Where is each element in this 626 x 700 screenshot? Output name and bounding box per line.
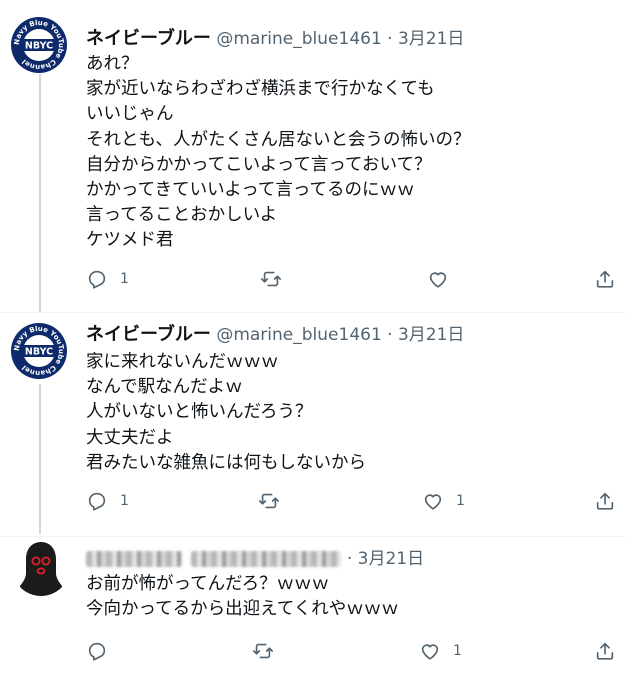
like-button[interactable]: 1: [419, 636, 462, 666]
share-button[interactable]: [594, 486, 616, 516]
share-icon: [596, 642, 614, 660]
retweet-icon: [253, 643, 273, 659]
tweet-line: ケツメド君: [86, 230, 174, 251]
tweet-actions: 1: [86, 264, 626, 294]
retweet-button[interactable]: [260, 264, 294, 294]
tweet-date[interactable]: 3月21日: [398, 29, 464, 49]
tweet-actions: 1: [86, 636, 626, 666]
reply-count: 1: [120, 493, 129, 509]
tweet-header: ネイビーブルー @marine_blue1461 · 3月21日: [86, 28, 464, 50]
tweet-line: 大丈夫だよ: [86, 427, 174, 448]
like-count: 1: [456, 493, 465, 509]
tweet-header: · 3月21日: [86, 548, 424, 570]
reply-count: 1: [120, 271, 129, 287]
tweet-header: ネイビーブルー @marine_blue1461 · 3月21日: [86, 324, 464, 346]
avatar[interactable]: Navy Blue YouTube Channel NBYC: [10, 16, 68, 74]
like-button[interactable]: 1: [422, 486, 465, 516]
heart-icon: [421, 644, 439, 660]
like-count: 1: [453, 643, 462, 659]
tweet-line: いいじゃん: [86, 104, 174, 125]
nbyc-logo-icon: Navy Blue YouTube Channel NBYC: [11, 323, 67, 379]
like-button[interactable]: [427, 264, 461, 294]
share-icon: [596, 270, 614, 288]
tweet-line: 家に来れないんだｗｗｗ: [86, 352, 279, 372]
reply-icon: [88, 642, 106, 661]
tweet-date[interactable]: 3月21日: [398, 325, 464, 345]
reply-icon: [88, 270, 106, 289]
tweet-line: 君みたいな雑魚には何もしないから: [86, 452, 366, 473]
display-name[interactable]: ネイビーブルー: [86, 324, 211, 345]
tweet-text: あれ？ 家が近いならわざわざ横浜まで行かなくても いいじゃん それとも、人がたく…: [86, 52, 470, 254]
separator: ·: [346, 549, 353, 569]
share-button[interactable]: [594, 636, 616, 666]
tweet-date[interactable]: 3月21日: [358, 549, 424, 569]
tweet-line: なんで駅なんだよｗ: [86, 377, 243, 398]
share-icon: [596, 492, 614, 510]
tweet-line: お前が怖がってんだろ？ｗｗｗ: [86, 574, 330, 594]
display-name[interactable]: ネイビーブルー: [86, 28, 211, 49]
user-handle[interactable]: @marine_blue1461: [216, 325, 381, 345]
heart-icon: [424, 494, 442, 510]
tweet-line: 人がいないと怖いんだろう？: [86, 402, 313, 423]
svg-text:NBYC: NBYC: [25, 41, 53, 52]
tweet[interactable]: Navy Blue YouTube Channel NBYC ネイビーブルー @…: [0, 0, 626, 310]
retweet-button[interactable]: [258, 486, 292, 516]
separator: ·: [387, 325, 393, 345]
reply-button[interactable]: [86, 636, 120, 666]
avatar[interactable]: [12, 538, 70, 596]
tweet-line: 言ってることおかしいよ: [86, 205, 278, 226]
tweet-line: 今向かってるから出迎えてくれやｗｗｗ: [86, 599, 399, 620]
tweet-line: かかってきていいよって言ってるのにｗｗ: [86, 180, 415, 201]
blurred-display-name: [86, 551, 182, 567]
tweet-line: あれ？: [86, 54, 139, 74]
retweet-icon: [261, 271, 281, 287]
svg-text:NBYC: NBYC: [25, 347, 53, 358]
retweet-button[interactable]: [252, 636, 286, 666]
reply-button[interactable]: 1: [86, 486, 129, 516]
separator: ·: [387, 29, 393, 49]
blurred-user-handle: [191, 551, 342, 567]
tweet-text: お前が怖がってんだろ？ｗｗｗ 今向かってるから出迎えてくれやｗｗｗ: [86, 572, 399, 622]
user-handle[interactable]: @marine_blue1461: [216, 29, 381, 49]
share-button[interactable]: [594, 264, 616, 294]
tweet-line: 自分からかかってこいよって言っておいて？: [86, 154, 432, 175]
tweet-actions: 1 1: [86, 486, 626, 516]
retweet-icon: [259, 493, 279, 509]
tweet[interactable]: · 3月21日 お前が怖がってんだろ？ｗｗｗ 今向かってるから出迎えてくれやｗｗ…: [0, 536, 626, 700]
heart-icon: [429, 272, 447, 288]
reply-icon: [88, 492, 106, 511]
tweet-text: 家に来れないんだｗｗｗ なんで駅なんだよｗ 人がいないと怖いんだろう？ 大丈夫だ…: [86, 350, 366, 476]
nbyc-logo-icon: Navy Blue YouTube Channel NBYC: [11, 17, 67, 73]
tweet-line: 家が近いならわざわざ横浜まで行かなくても: [86, 79, 435, 100]
avatar[interactable]: Navy Blue YouTube Channel NBYC: [10, 322, 68, 380]
balaclava-avatar-icon: [12, 538, 70, 596]
tweet-line: それとも、人がたくさん居ないと会うの怖いの？: [86, 129, 471, 150]
reply-button[interactable]: 1: [86, 264, 129, 294]
tweet[interactable]: Navy Blue YouTube Channel NBYC ネイビーブルー @…: [0, 312, 626, 522]
